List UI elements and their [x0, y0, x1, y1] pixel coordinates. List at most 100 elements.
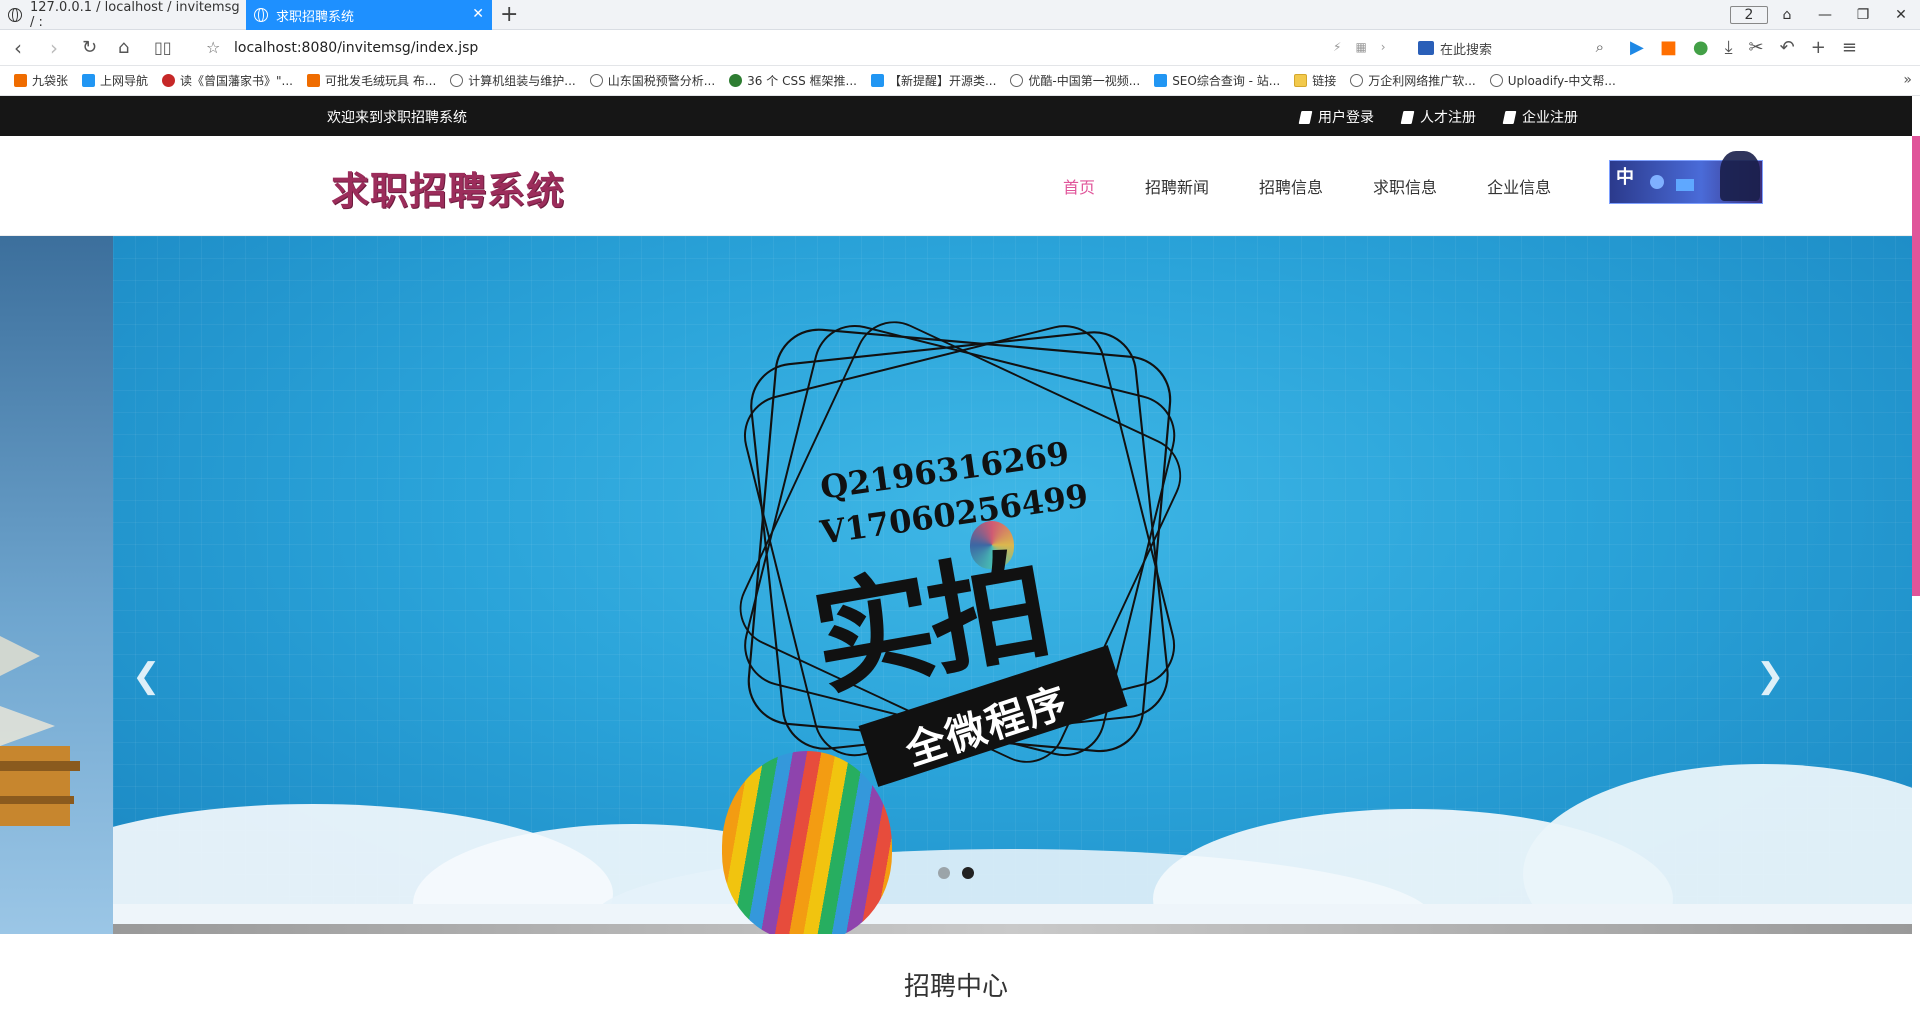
bookmarks-more-icon[interactable]: »: [1903, 72, 1912, 88]
book-icon: [162, 74, 176, 87]
carousel-prev-icon[interactable]: ❮: [132, 656, 161, 696]
main-nav: 首页 招聘新闻 招聘信息 求职信息 企业信息: [1063, 174, 1551, 198]
tab-count[interactable]: 2: [1730, 6, 1768, 24]
globe-icon: [1350, 74, 1364, 87]
bookmark-item[interactable]: Uploadify-中文帮...: [1489, 72, 1616, 89]
reload-icon[interactable]: ↻: [82, 36, 97, 60]
globe-icon: [1010, 74, 1024, 87]
browser-tools: ▶ ■ ● ⤓ ✂ ↶ + ≡: [1630, 36, 1857, 60]
globe-icon: [1489, 74, 1503, 87]
tab-title: 求职招聘系统: [276, 9, 355, 25]
bookmark-item[interactable]: 计算机组装与维护...: [450, 72, 576, 89]
bookmark-item[interactable]: 山东国税预警分析...: [589, 72, 715, 89]
chevron-right-icon[interactable]: ›: [1381, 40, 1386, 54]
moon-icon: [1650, 175, 1664, 189]
bookmark-item[interactable]: 优酷-中国第一视频...: [1010, 72, 1140, 89]
book-icon: [1400, 110, 1415, 124]
globe-icon: [254, 8, 268, 22]
carousel-indicators: [938, 867, 974, 879]
plus-icon[interactable]: +: [1811, 36, 1826, 60]
search-box[interactable]: 在此搜索 ⌕: [1418, 35, 1610, 61]
character-image: [1720, 151, 1760, 201]
shirt-icon[interactable]: ⌂: [1768, 7, 1806, 23]
search-engine-icon[interactable]: [1418, 41, 1434, 55]
close-tab-icon[interactable]: ✕: [472, 6, 484, 22]
bookmark-item[interactable]: 万企利网络推广软...: [1350, 72, 1476, 89]
star-icon[interactable]: ☆: [206, 38, 220, 57]
nav-job-seeking[interactable]: 求职信息: [1373, 174, 1437, 198]
carousel-dot-1[interactable]: [938, 867, 950, 879]
book-icon: [1298, 110, 1313, 124]
home-icon[interactable]: ⌂: [118, 36, 129, 60]
banner-carousel: Q2196316269 V17060256499 实拍 全微程序 ❮ ❯: [0, 236, 1912, 934]
flash-icon[interactable]: ⚡: [1333, 40, 1341, 54]
site-header: 求职招聘系统 首页 招聘新闻 招聘信息 求职信息 企业信息 中: [0, 136, 1912, 236]
globe-icon: [450, 74, 464, 87]
banner-bottom-strip: [113, 924, 1912, 934]
grid-icon[interactable]: ▦: [1355, 40, 1366, 54]
window-controls: 2 ⌂ — ❐ ✕: [1730, 0, 1920, 30]
nav-recruit-info[interactable]: 招聘信息: [1259, 174, 1323, 198]
top-links: 用户登录 人才注册 企业注册: [1298, 107, 1578, 127]
minimize-button[interactable]: —: [1806, 7, 1844, 23]
web-page: 欢迎来到求职招聘系统 用户登录 人才注册 企业注册 求职招聘系统 首页 招聘新闻…: [0, 96, 1920, 1026]
search-icon[interactable]: ⌕: [1596, 38, 1604, 56]
nav-home[interactable]: 首页: [1063, 174, 1095, 198]
ime-badge[interactable]: 中: [1609, 151, 1763, 204]
top-bar: 欢迎来到求职招聘系统 用户登录 人才注册 企业注册: [0, 96, 1912, 136]
hot-air-balloon-image: [722, 751, 892, 934]
browser-tab-localhost[interactable]: 127.0.0.1 / localhost / invitemsg / :: [0, 0, 244, 30]
document-icon: [870, 74, 884, 87]
ship-image: [0, 636, 80, 826]
globe-icon: [8, 8, 22, 22]
globe-icon: [589, 74, 603, 87]
bookmark-item[interactable]: 可批发毛绒玩具 布...: [307, 72, 436, 89]
welcome-text: 欢迎来到求职招聘系统: [327, 110, 467, 126]
bookmarks-bar: 九袋张 上网导航 读《曾国藩家书》"... 可批发毛绒玩具 布... 计算机组装…: [0, 66, 1920, 96]
url-field[interactable]: localhost:8080/invitemsg/index.jsp: [234, 40, 478, 56]
close-window-button[interactable]: ✕: [1882, 7, 1920, 23]
company-register-link[interactable]: 企业注册: [1502, 107, 1578, 127]
scissors-icon[interactable]: ✂: [1749, 36, 1764, 60]
navigation-icon: [82, 74, 96, 87]
bookmark-item[interactable]: 读《曾国藩家书》"...: [162, 72, 293, 89]
bookmark-item[interactable]: 【新提醒】开源类...: [870, 72, 996, 89]
nav-recruit-news[interactable]: 招聘新闻: [1145, 174, 1209, 198]
seo-icon: [1154, 74, 1168, 87]
c-icon: [729, 74, 743, 87]
browser-tab-active[interactable]: 求职招聘系统 ✕: [246, 0, 492, 30]
download-icon[interactable]: ⤓: [1725, 36, 1733, 60]
camera-icon[interactable]: ■: [1660, 36, 1677, 60]
bookmark-item[interactable]: 上网导航: [82, 72, 148, 89]
new-tab-button[interactable]: +: [500, 2, 518, 28]
talent-register-link[interactable]: 人才注册: [1400, 107, 1476, 127]
paw-icon: [14, 74, 27, 87]
ime-char: 中: [1616, 167, 1634, 188]
bookmark-item[interactable]: 链接: [1294, 72, 1336, 89]
reader-icon[interactable]: ▯▯: [154, 36, 172, 60]
carousel-next-icon[interactable]: ❯: [1756, 656, 1785, 696]
search-placeholder: 在此搜索: [1440, 42, 1493, 58]
bookmark-item[interactable]: SEO综合查询 - 站...: [1154, 72, 1280, 89]
shirt-icon: [1676, 179, 1694, 191]
forward-icon[interactable]: ›: [50, 36, 58, 60]
folder-icon: [1294, 74, 1308, 87]
address-bar: ‹ › ↻ ⌂ ▯▯ ☆ localhost:8080/invitemsg/in…: [0, 30, 1920, 66]
browser-tab-bar: 127.0.0.1 / localhost / invitemsg / : 求职…: [0, 0, 1920, 30]
undo-icon[interactable]: ↶: [1780, 36, 1795, 60]
bookmark-item[interactable]: 36 个 CSS 框架推...: [729, 72, 857, 89]
chat-icon[interactable]: ●: [1693, 36, 1709, 60]
previous-slide-peek: [0, 236, 113, 934]
nav-company-info[interactable]: 企业信息: [1487, 174, 1551, 198]
address-actions: ⚡ ▦ ›: [1333, 40, 1386, 54]
tab-title: 127.0.0.1 / localhost / invitemsg / :: [30, 0, 240, 30]
restore-button[interactable]: ❐: [1844, 7, 1882, 23]
carousel-dot-2[interactable]: [962, 867, 974, 879]
back-icon[interactable]: ‹: [14, 36, 22, 60]
site-logo[interactable]: 求职招聘系统: [331, 160, 565, 215]
bookmark-item[interactable]: 九袋张: [14, 72, 68, 89]
menu-icon[interactable]: ≡: [1842, 36, 1857, 60]
user-login-link[interactable]: 用户登录: [1298, 107, 1374, 127]
scroll-accent: [1912, 136, 1920, 596]
play-icon[interactable]: ▶: [1630, 36, 1644, 60]
